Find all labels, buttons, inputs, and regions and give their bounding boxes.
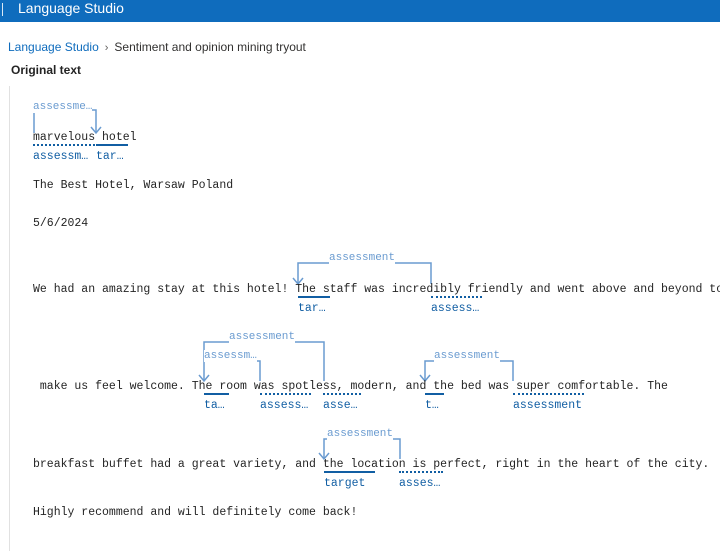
tag-label-perfect[interactable]: asses… — [399, 477, 440, 491]
text-line-hotel-name: The Best Hotel, Warsaw Poland — [33, 179, 234, 192]
relation-arrow-spotless-room — [204, 360, 261, 381]
tag-label-room[interactable]: ta… — [204, 399, 225, 413]
text-line-title: marvelous hotel — [33, 131, 137, 144]
tag-label-friendly[interactable]: assess… — [431, 302, 479, 316]
text-line-review-3: breakfast buffet had a great variety, an… — [33, 458, 710, 471]
text-line-date: 5/6/2024 — [33, 217, 89, 230]
target-underline — [425, 393, 444, 395]
tag-label-modern[interactable]: asse… — [323, 399, 358, 413]
relation-label[interactable]: assessment — [434, 350, 501, 362]
tag-label-staff[interactable]: tar… — [298, 302, 326, 316]
tag-label-bed[interactable]: t… — [425, 399, 439, 413]
assessment-underline — [399, 471, 443, 473]
target-underline — [324, 471, 375, 473]
tag-label-location[interactable]: target — [324, 477, 365, 491]
text-line-closing: Highly recommend and will definitely com… — [33, 506, 358, 519]
tag-label-hotel[interactable]: tar… — [96, 150, 124, 164]
relation-label[interactable]: assessme… — [33, 101, 93, 113]
assessment-underline — [323, 393, 361, 395]
tag-label-comfortable[interactable]: assessment — [513, 399, 582, 413]
target-underline — [96, 144, 128, 146]
relation-arrow-marvelous-hotel — [33, 109, 97, 133]
assessment-underline — [513, 393, 584, 395]
relation-label[interactable]: assessment — [329, 252, 396, 264]
target-underline — [204, 393, 229, 395]
target-underline — [298, 296, 330, 298]
tag-label-marvelous[interactable]: assessm… — [33, 150, 88, 164]
relation-label[interactable]: assessment — [327, 428, 394, 440]
text-line-review-2: make us feel welcome. The room was spotl… — [33, 380, 668, 393]
assessment-underline — [431, 296, 482, 298]
tag-label-spotless[interactable]: assess… — [260, 399, 308, 413]
relation-label[interactable]: assessm… — [204, 350, 257, 362]
relation-arrow-comfortable-bed — [424, 360, 514, 381]
relation-arrow-friendly-staff — [297, 262, 432, 284]
relation-label[interactable]: assessment — [229, 331, 296, 343]
text-line-review-1: We had an amazing stay at this hotel! Th… — [33, 283, 720, 296]
assessment-underline — [260, 393, 311, 395]
relation-arrow-perfect-location — [323, 438, 401, 459]
assessment-underline — [33, 144, 95, 146]
